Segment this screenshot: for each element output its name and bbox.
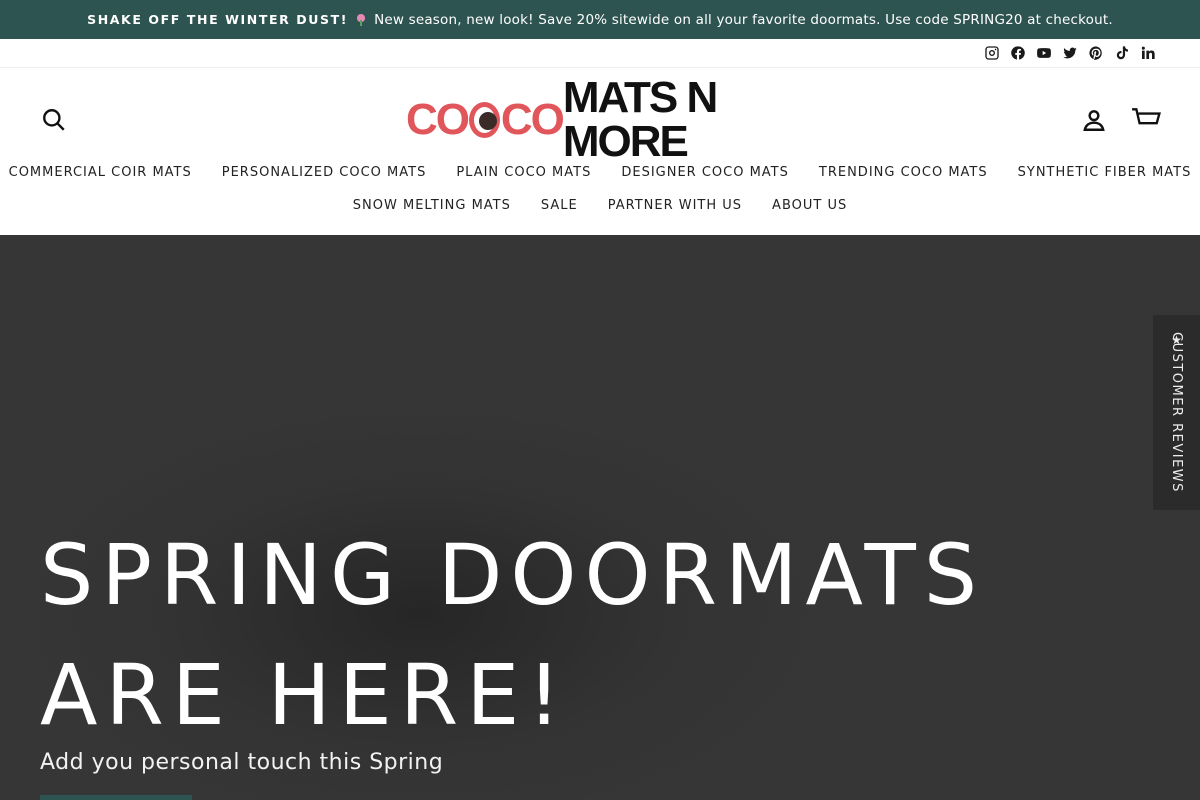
hero-subtitle: Add you personal touch this Spring [40, 750, 444, 775]
nav-row-1: COMMERCIAL COIR MATS PERSONALIZED COCO M… [0, 156, 1200, 189]
nav-row-2: SNOW MELTING MATS SALE PARTNER WITH US A… [0, 189, 1200, 222]
social-links [0, 39, 1200, 68]
reviews-tab-label: CUSTOMER REVIEWS [1169, 332, 1184, 493]
customer-reviews-tab[interactable]: ★ CUSTOMER REVIEWS [1153, 315, 1200, 510]
hero-heading-line2: ARE HERE! [40, 646, 569, 744]
star-icon: ★ [1171, 333, 1182, 347]
nav-about-us[interactable]: ABOUT US [772, 198, 847, 213]
hero-banner: SPRING DOORMATS ARE HERE! Add you person… [0, 235, 1200, 800]
main-navigation: COMMERCIAL COIR MATS PERSONALIZED COCO M… [0, 156, 1200, 222]
nav-trending-coco-mats[interactable]: TRENDING COCO MATS [819, 165, 988, 180]
hero-heading: SPRING DOORMATS ARE HERE! [40, 515, 985, 755]
nav-designer-coco-mats[interactable]: DESIGNER COCO MATS [621, 165, 789, 180]
announcement-text: New season, new look! Save 20% sitewide … [374, 11, 1113, 28]
facebook-icon[interactable] [1009, 45, 1026, 62]
site-logo[interactable]: CO CO MATS N MORE [406, 76, 794, 164]
nav-commercial-coir-mats[interactable]: COMMERCIAL COIR MATS [9, 165, 192, 180]
tulip-icon [356, 13, 366, 26]
tiktok-icon[interactable] [1113, 45, 1130, 62]
pinterest-icon[interactable] [1087, 45, 1104, 62]
cart-icon[interactable] [1130, 106, 1162, 134]
nav-personalized-coco-mats[interactable]: PERSONALIZED COCO MATS [222, 165, 427, 180]
search-icon[interactable] [40, 106, 68, 134]
nav-plain-coco-mats[interactable]: PLAIN COCO MATS [456, 165, 591, 180]
hero-heading-line1: SPRING DOORMATS [40, 526, 986, 624]
youtube-icon[interactable] [1035, 45, 1052, 62]
announcement-headline: SHAKE OFF THE WINTER DUST! [87, 12, 349, 27]
nav-snow-melting-mats[interactable]: SNOW MELTING MATS [353, 198, 511, 213]
hero-cta-button[interactable] [40, 795, 192, 800]
account-icon[interactable] [1080, 106, 1108, 134]
logo-text-co2: CO [500, 95, 565, 144]
instagram-icon[interactable] [983, 45, 1000, 62]
site-header: CO CO MATS N MORE COMMERCIAL COIR MATS P… [0, 68, 1200, 235]
nav-sale[interactable]: SALE [541, 198, 578, 213]
nav-partner-with-us[interactable]: PARTNER WITH US [608, 198, 742, 213]
nav-synthetic-fiber-mats[interactable]: SYNTHETIC FIBER MATS [1018, 165, 1192, 180]
announcement-bar: SHAKE OFF THE WINTER DUST! New season, n… [0, 0, 1200, 39]
linkedin-icon[interactable] [1139, 45, 1156, 62]
logo-text-co: CO [406, 95, 470, 144]
twitter-icon[interactable] [1061, 45, 1078, 62]
coconut-icon [469, 102, 500, 138]
logo-text-mats: MATS N MORE [562, 73, 718, 166]
